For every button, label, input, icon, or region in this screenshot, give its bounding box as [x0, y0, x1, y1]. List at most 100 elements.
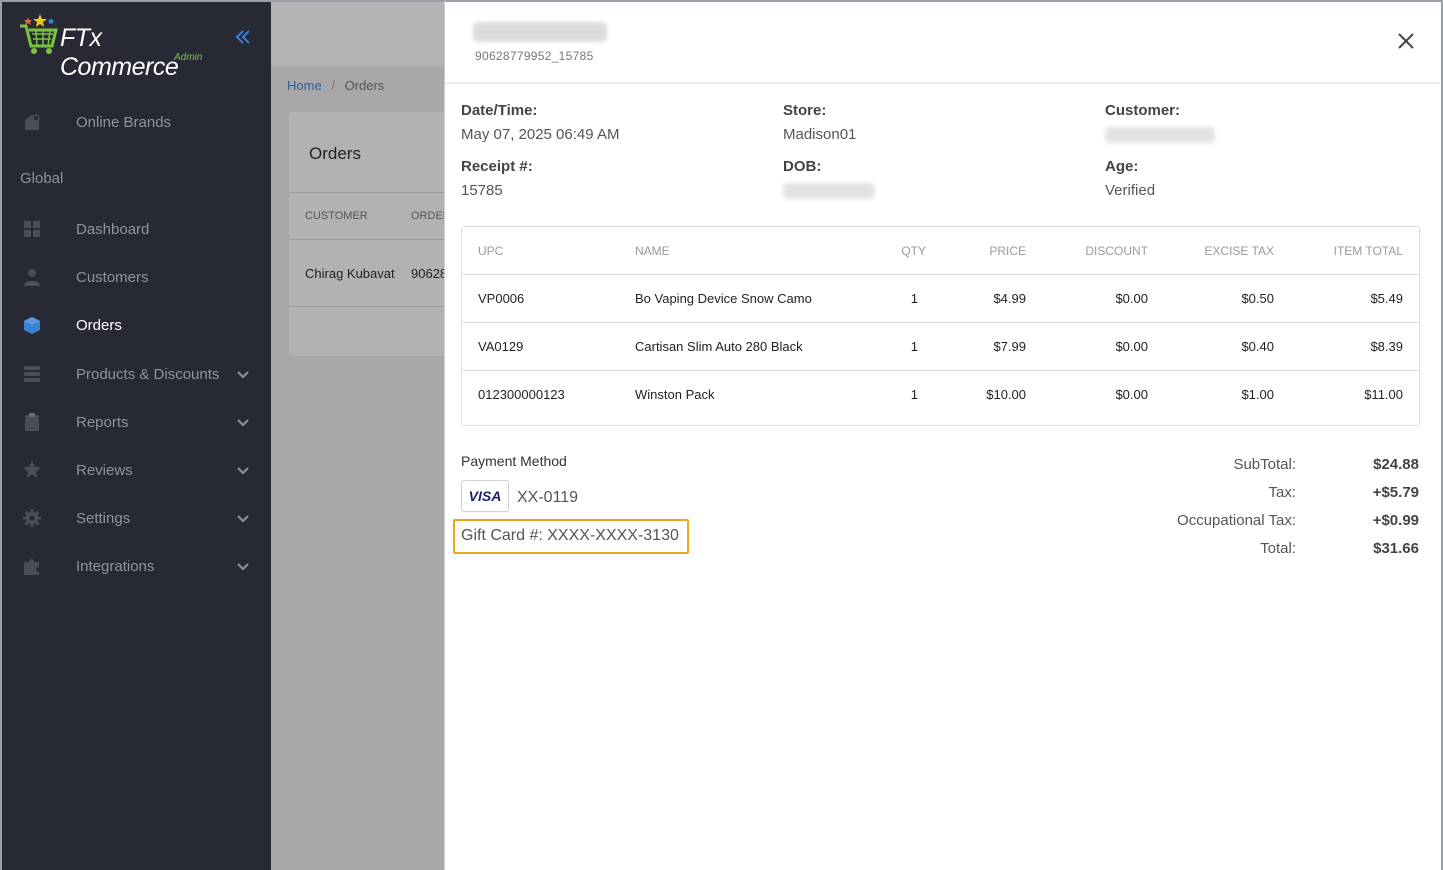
gear-icon [23, 509, 41, 527]
breadcrumb-home-link[interactable]: Home [287, 78, 322, 93]
cell-item-total: $5.49 [1370, 291, 1403, 306]
orders-card: Orders CUSTOMER ORDER Chirag Kubavat 906… [289, 112, 449, 356]
store-label: Store: [783, 102, 827, 119]
double-chevron-left-icon [235, 30, 250, 44]
payment-method-title: Payment Method [461, 453, 567, 469]
breadcrumb-current: Orders [344, 78, 385, 93]
cell-price: $4.99 [993, 291, 1026, 306]
puzzle-icon [24, 559, 39, 575]
sidebar: FTx Commerce Admin Online Brands Global … [0, 0, 271, 870]
brand-logo[interactable]: FTx Commerce Admin [16, 10, 226, 81]
divider [289, 306, 449, 307]
sidebar-item-label: Reviews [76, 461, 133, 479]
cell-qty: 1 [910, 387, 918, 402]
sidebar-item-dashboard[interactable]: Dashboard [2, 209, 273, 249]
dob-value-redacted [783, 183, 875, 199]
age-value: Verified [1105, 182, 1156, 199]
column-header-discount: DISCOUNT [1085, 244, 1148, 258]
order-id: 90628779952_15785 [475, 49, 594, 63]
sidebar-item-label: Online Brands [76, 113, 172, 131]
sidebar-item-label: Integrations [76, 557, 155, 575]
sidebar-item-label: Products & Discounts [76, 365, 220, 383]
box-icon [24, 317, 40, 334]
sidebar-section-global: Global [20, 170, 64, 187]
tax-value: +$5.79 [1372, 484, 1419, 501]
sidebar-item-label: Dashboard [76, 220, 150, 238]
cell-excise-tax: $0.40 [1241, 339, 1274, 354]
orders-card-title: Orders [309, 144, 361, 163]
sidebar-item-integrations[interactable]: Integrations [2, 546, 273, 586]
breadcrumb-separator: / [331, 78, 335, 93]
sidebar-item-label: Reports [76, 413, 129, 431]
table-row: 012300000123 Winston Pack 1 $10.00 $0.00… [462, 371, 1419, 419]
collapse-sidebar-button[interactable] [234, 28, 254, 48]
clipboard-icon [25, 413, 39, 431]
chevron-down-icon [237, 563, 249, 571]
table-row: VA0129 Cartisan Slim Auto 280 Black 1 $7… [462, 323, 1419, 371]
subtotal-value: $24.88 [1373, 456, 1419, 473]
cell-name: Winston Pack [635, 387, 715, 402]
customer-name-redacted [473, 22, 607, 42]
receipt-value: 15785 [461, 182, 503, 199]
column-header-upc: UPC [478, 244, 504, 258]
date-label: Date/Time: [461, 102, 538, 119]
drawer-header: 90628779952_15785 [445, 2, 1440, 83]
sidebar-item-reviews[interactable]: Reviews [2, 450, 273, 490]
cell-excise-tax: $1.00 [1241, 387, 1274, 402]
cart-logo-icon [20, 14, 58, 54]
sidebar-item-label: Settings [76, 509, 131, 527]
sidebar-item-reports[interactable]: Reports [2, 402, 273, 442]
breadcrumb: Home / Orders [287, 78, 384, 93]
sidebar-item-orders[interactable]: Orders [2, 305, 273, 345]
close-button[interactable] [1397, 32, 1415, 50]
dob-label: DOB: [783, 158, 822, 175]
total-label: Total: [1260, 540, 1296, 557]
receipt-label: Receipt #: [461, 158, 533, 175]
sidebar-item-label: Orders [76, 316, 122, 334]
cell-upc: VA0129 [478, 339, 524, 354]
cell-qty: 1 [910, 291, 918, 306]
cell-name: Bo Vaping Device Snow Camo [635, 291, 812, 306]
cell-name: Cartisan Slim Auto 280 Black [635, 339, 803, 354]
user-icon [24, 269, 40, 286]
dashboard-icon [24, 221, 40, 237]
cell-discount: $0.00 [1115, 291, 1148, 306]
column-header-customer[interactable]: CUSTOMER [305, 210, 368, 222]
cell-discount: $0.00 [1115, 387, 1148, 402]
column-header-item-total: ITEM TOTAL [1333, 244, 1403, 258]
chevron-down-icon [237, 419, 249, 427]
divider [289, 239, 449, 240]
age-label: Age: [1105, 158, 1139, 175]
column-header-excise-tax: EXCISE TAX [1204, 244, 1274, 258]
customer-label: Customer: [1105, 102, 1181, 119]
visa-card-icon: VISA [461, 480, 509, 512]
date-value: May 07, 2025 06:49 AM [461, 126, 620, 143]
cell-price: $10.00 [986, 387, 1026, 402]
cell-upc: 012300000123 [478, 387, 565, 402]
star-icon [23, 461, 41, 478]
cell-discount: $0.00 [1115, 339, 1148, 354]
chevron-down-icon [237, 467, 249, 475]
server-stack-icon [24, 366, 40, 382]
order-row-customer[interactable]: Chirag Kubavat [305, 266, 395, 281]
sidebar-item-online-brands[interactable]: Online Brands [2, 102, 273, 142]
column-header-name: NAME [635, 244, 670, 258]
table-header: UPC NAME QTY PRICE DISCOUNT EXCISE TAX I… [462, 227, 1419, 275]
order-items-table: UPC NAME QTY PRICE DISCOUNT EXCISE TAX I… [461, 226, 1420, 426]
tax-label: Tax: [1268, 484, 1296, 501]
cell-item-total: $11.00 [1364, 387, 1403, 402]
sidebar-item-label: Customers [76, 268, 149, 286]
cell-qty: 1 [910, 339, 918, 354]
sidebar-item-products-discounts[interactable]: Products & Discounts [2, 354, 273, 394]
sidebar-item-settings[interactable]: Settings [2, 498, 273, 538]
column-header-price: PRICE [989, 244, 1026, 258]
card-number: XX-0119 [517, 489, 579, 506]
subtotal-label: SubTotal: [1233, 456, 1296, 473]
table-row: VP0006 Bo Vaping Device Snow Camo 1 $4.9… [462, 275, 1419, 323]
store-icon [25, 114, 40, 130]
gift-card-number: Gift Card #: XXXX-XXXX-3130 [461, 527, 679, 544]
sidebar-item-customers[interactable]: Customers [2, 257, 273, 297]
close-icon [1398, 33, 1414, 49]
total-value: $31.66 [1373, 540, 1419, 557]
cell-upc: VP0006 [478, 291, 525, 306]
